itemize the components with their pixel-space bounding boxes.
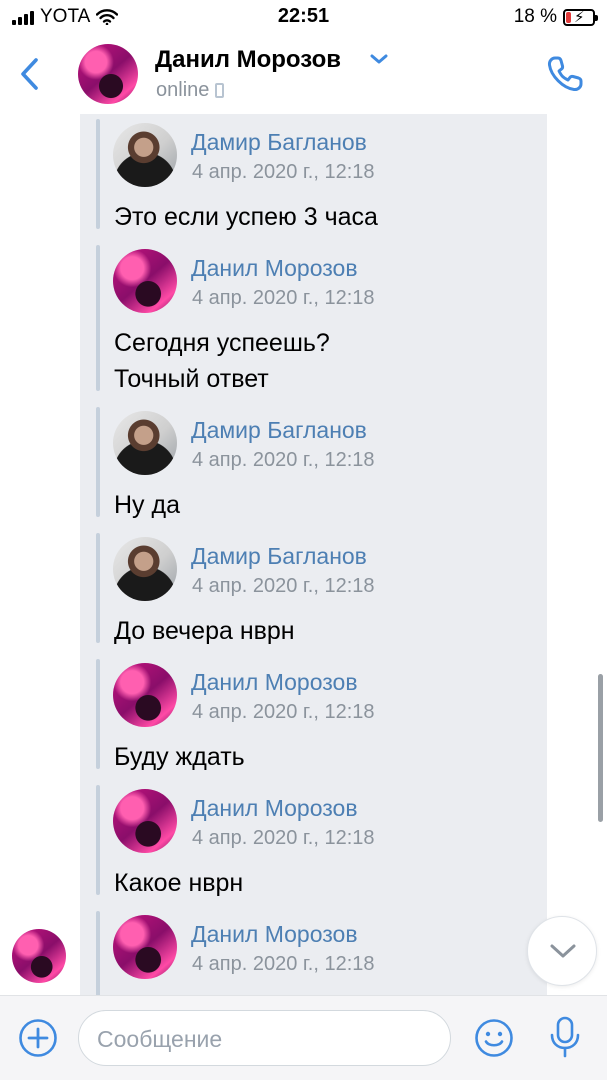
quote-bar: [96, 533, 100, 643]
quote-bar: [96, 785, 100, 895]
author-name[interactable]: Дамир Багланов: [191, 129, 367, 156]
message-text: Сегодня успеешь? Точный ответ: [114, 329, 330, 393]
message-date: 4 апр. 2020 г., 12:18: [192, 953, 375, 975]
author-name[interactable]: Дамир Багланов: [191, 543, 367, 570]
microphone-icon: [550, 1016, 580, 1058]
message-date: 4 апр. 2020 г., 12:18: [192, 827, 375, 849]
contact-status: online: [156, 79, 225, 102]
message-input-bar: [0, 995, 607, 1080]
microphone-button[interactable]: [548, 1016, 582, 1058]
author-avatar[interactable]: [113, 915, 177, 979]
back-button[interactable]: [14, 54, 46, 94]
sender-avatar[interactable]: [12, 929, 66, 983]
scrollbar[interactable]: [598, 674, 603, 822]
author-avatar[interactable]: [113, 789, 177, 853]
message-date: 4 апр. 2020 г., 12:18: [192, 449, 375, 471]
message-text: Ну да: [114, 491, 180, 519]
author-name[interactable]: Дамир Багланов: [191, 417, 367, 444]
contact-name[interactable]: Данил Морозов: [155, 46, 341, 74]
message-date: 4 апр. 2020 г., 12:18: [192, 287, 375, 309]
forwarded-message[interactable]: Дамир Багланов 4 апр. 2020 г., 12:18 Это е…: [96, 119, 516, 231]
quote-bar: [96, 245, 100, 391]
message-input[interactable]: [97, 1021, 427, 1057]
battery-icon: ⚡: [563, 8, 598, 26]
author-name[interactable]: Данил Морозов: [191, 795, 358, 822]
quote-bar: [96, 911, 100, 995]
status-right: 18 % ⚡: [513, 6, 598, 28]
emoji-button[interactable]: [474, 1018, 514, 1058]
message-text: Буду ждать: [114, 743, 245, 771]
message-date: 4 апр. 2020 г., 12:18: [192, 701, 375, 723]
battery-fill: [566, 11, 571, 23]
quote-bar: [96, 407, 100, 517]
message-text: Это если успею 3 часа: [114, 203, 378, 231]
call-button[interactable]: [545, 54, 585, 94]
forwarded-message[interactable]: Данил Морозов 4 апр. 2020 г., 12:18: [96, 911, 516, 995]
mobile-device-icon: [215, 83, 225, 98]
charging-bolt-icon: ⚡: [574, 8, 585, 26]
battery-percent: 18 %: [513, 6, 557, 27]
author-name[interactable]: Данил Морозов: [191, 921, 358, 948]
chevron-down-icon: [550, 944, 576, 958]
author-avatar[interactable]: [113, 537, 177, 601]
author-name[interactable]: Данил Морозов: [191, 255, 358, 282]
status-text: online: [156, 79, 210, 101]
chat-area[interactable]: Дамир Багланов 4 апр. 2020 г., 12:18 Это е…: [0, 114, 607, 995]
chat-header: Данил Морозов online: [0, 34, 607, 114]
forwarded-message[interactable]: Данил Морозов 4 апр. 2020 г., 12:18 Буду ж…: [96, 659, 516, 771]
author-avatar[interactable]: [113, 411, 177, 475]
chevron-down-icon[interactable]: [370, 52, 388, 66]
message-field[interactable]: [78, 1010, 451, 1066]
back-chevron-icon: [21, 58, 38, 90]
author-avatar[interactable]: [113, 663, 177, 727]
forwarded-message[interactable]: Дамир Багланов 4 апр. 2020 г., 12:18 Ну да: [96, 407, 516, 519]
author-name[interactable]: Данил Морозов: [191, 669, 358, 696]
plus-circle-icon: [19, 1019, 57, 1057]
message-text: Какое нврн: [114, 869, 244, 897]
author-avatar[interactable]: [113, 123, 177, 187]
message-text: До вечера нврн: [114, 617, 295, 645]
smiley-icon: [475, 1019, 513, 1057]
message-date: 4 апр. 2020 г., 12:18: [192, 575, 375, 597]
quote-bar: [96, 119, 100, 229]
scroll-down-button[interactable]: [527, 916, 597, 986]
message-date: 4 апр. 2020 г., 12:18: [192, 161, 375, 183]
author-avatar[interactable]: [113, 249, 177, 313]
status-bar: YOTA 22:51 18 % ⚡: [0, 0, 607, 34]
forwarded-message[interactable]: Дамир Багланов 4 апр. 2020 г., 12:18 До ве…: [96, 533, 516, 645]
attach-button[interactable]: [18, 1018, 58, 1058]
forwarded-message[interactable]: Данил Морозов 4 апр. 2020 г., 12:18 Какое …: [96, 785, 516, 897]
forwarded-message[interactable]: Данил Морозов 4 апр. 2020 г., 12:18 Сегодн…: [96, 245, 516, 393]
phone-icon: [547, 56, 583, 92]
quote-bar: [96, 659, 100, 769]
contact-avatar[interactable]: [78, 44, 138, 104]
